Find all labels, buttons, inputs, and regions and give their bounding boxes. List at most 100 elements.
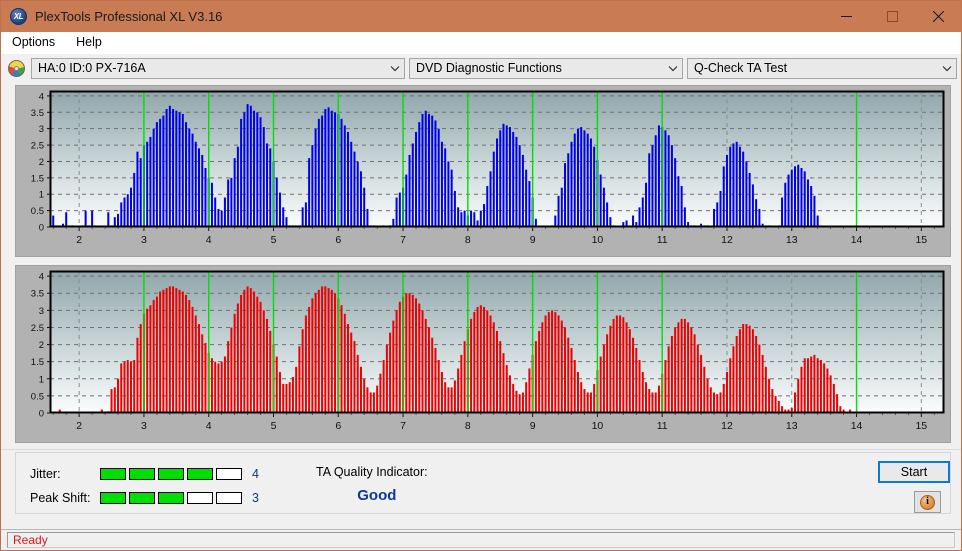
peak-shift-value: 3	[252, 491, 259, 505]
jitter-meter	[100, 468, 242, 480]
test-select[interactable]: Q-Check TA Test	[687, 57, 957, 79]
svg-text:0: 0	[39, 223, 44, 234]
svg-text:7: 7	[400, 234, 406, 246]
svg-text:0.5: 0.5	[31, 391, 44, 402]
meter-segment	[158, 468, 184, 480]
svg-text:2: 2	[39, 340, 44, 351]
meter-segment	[158, 492, 184, 504]
peak-shift-chart: 0 0.5 1 1.5 2 2.5 3 3.5 4 2 3 4 5 6 7 8 9 10 11 12 13 14 15	[31, 270, 945, 432]
status-bar: Ready	[1, 529, 961, 550]
peak-shift-label: Peak Shift:	[30, 491, 91, 505]
svg-text:0.5: 0.5	[31, 206, 44, 217]
minimize-icon[interactable]	[823, 1, 869, 32]
info-button[interactable]: i	[914, 491, 941, 513]
svg-text:13: 13	[786, 420, 798, 432]
function-select-value: DVD Diagnostic Functions	[416, 61, 562, 75]
svg-text:5: 5	[271, 420, 277, 432]
svg-text:3: 3	[141, 234, 147, 246]
peak-shift-meter	[100, 492, 242, 504]
window-title: PlexTools Professional XL V3.16	[35, 9, 223, 24]
svg-text:9: 9	[530, 420, 536, 432]
jitter-chart: 0 0.5 1 1.5 2 2.5 3 3.5 4 2 3 4 5 6 7 8 9 10 11 12 13 14 15	[31, 90, 945, 246]
menu-item-options[interactable]: Options	[8, 34, 64, 51]
svg-text:2: 2	[39, 157, 44, 168]
svg-text:10: 10	[592, 234, 604, 246]
svg-text:15: 15	[915, 234, 927, 246]
meter-segment	[129, 492, 155, 504]
meter-segment	[129, 468, 155, 480]
peak-shift-meter-row: Peak Shift: 3	[30, 491, 259, 505]
xl-logo-icon: XL	[10, 8, 27, 25]
svg-text:3.5: 3.5	[31, 108, 44, 119]
svg-text:3.5: 3.5	[31, 289, 44, 300]
svg-text:11: 11	[657, 234, 668, 246]
ta-quality-block: TA Quality Indicator: Good	[316, 465, 428, 504]
svg-text:10: 10	[592, 420, 604, 432]
menu-bar: Options Help	[1, 32, 961, 54]
disc-icon	[8, 59, 25, 77]
svg-text:2.5: 2.5	[31, 141, 44, 152]
app-window: XL PlexTools Professional XL V3.16 Optio…	[0, 0, 962, 551]
jitter-chart-panel: 0 0.5 1 1.5 2 2.5 3 3.5 4 2 3 4 5 6 7 8 9 10 11 12 13 14 15	[15, 85, 951, 257]
test-select-value: Q-Check TA Test	[694, 61, 788, 75]
status-text: Ready	[13, 533, 48, 547]
svg-text:3: 3	[39, 306, 44, 317]
svg-text:2: 2	[76, 420, 82, 432]
meter-segment	[216, 492, 242, 504]
chevron-down-icon	[386, 59, 404, 78]
info-icon: i	[920, 494, 935, 510]
svg-text:1: 1	[39, 374, 44, 385]
svg-text:9: 9	[530, 234, 536, 246]
svg-text:2: 2	[76, 234, 82, 246]
svg-text:0: 0	[39, 409, 44, 420]
svg-text:15: 15	[915, 420, 927, 432]
jitter-label: Jitter:	[30, 467, 61, 481]
jitter-meter-row: Jitter: 4	[30, 467, 259, 481]
menu-item-help[interactable]: Help	[72, 34, 111, 51]
function-select[interactable]: DVD Diagnostic Functions	[409, 57, 683, 79]
svg-text:6: 6	[335, 234, 341, 246]
svg-text:1.5: 1.5	[31, 357, 44, 368]
svg-text:8: 8	[465, 234, 471, 246]
drive-select[interactable]: HA:0 ID:0 PX-716A	[31, 57, 405, 79]
meter-segment	[100, 468, 126, 480]
status-field: Ready	[7, 532, 955, 548]
meter-segment	[100, 492, 126, 504]
ta-quality-value: Good	[357, 487, 397, 504]
svg-text:3: 3	[39, 124, 44, 135]
window-controls	[823, 1, 961, 32]
svg-text:14: 14	[851, 420, 863, 432]
peak-shift-chart-panel: 0 0.5 1 1.5 2 2.5 3 3.5 4 2 3 4 5 6 7 8 9 10 11 12 13 14 15	[15, 265, 951, 443]
start-button[interactable]: Start	[878, 461, 950, 483]
svg-text:5: 5	[271, 234, 277, 246]
toolbar: HA:0 ID:0 PX-716A DVD Diagnostic Functio…	[1, 54, 961, 82]
meter-segment	[216, 468, 242, 480]
svg-text:4: 4	[206, 234, 212, 246]
svg-text:4: 4	[39, 272, 44, 283]
svg-text:2.5: 2.5	[31, 323, 44, 334]
svg-text:8: 8	[465, 420, 471, 432]
drive-select-value: HA:0 ID:0 PX-716A	[38, 61, 146, 75]
svg-text:1.5: 1.5	[31, 173, 44, 184]
svg-text:7: 7	[400, 420, 406, 432]
svg-text:4: 4	[206, 420, 212, 432]
svg-text:1: 1	[39, 190, 44, 201]
results-panel: Jitter: 4 Peak Shift: 3 TA Quality Indic…	[1, 449, 961, 529]
results-panel-frame: Jitter: 4 Peak Shift: 3 TA Quality Indic…	[15, 452, 951, 514]
close-icon[interactable]	[915, 1, 961, 32]
chevron-down-icon	[938, 59, 956, 78]
chevron-down-icon	[664, 59, 682, 78]
svg-text:12: 12	[721, 234, 733, 246]
svg-text:13: 13	[786, 234, 798, 246]
svg-text:4: 4	[39, 91, 44, 102]
maximize-icon[interactable]	[869, 1, 915, 32]
svg-text:14: 14	[851, 234, 863, 246]
charts-area: 0 0.5 1 1.5 2 2.5 3 3.5 4 2 3 4 5 6 7 8 9 10 11 12 13 14 15 00…	[1, 82, 961, 449]
title-bar: XL PlexTools Professional XL V3.16	[1, 1, 961, 32]
svg-text:11: 11	[657, 420, 668, 432]
svg-text:3: 3	[141, 420, 147, 432]
meter-segment	[187, 492, 213, 504]
ta-quality-label: TA Quality Indicator:	[316, 465, 428, 479]
svg-text:6: 6	[335, 420, 341, 432]
jitter-value: 4	[252, 467, 259, 481]
